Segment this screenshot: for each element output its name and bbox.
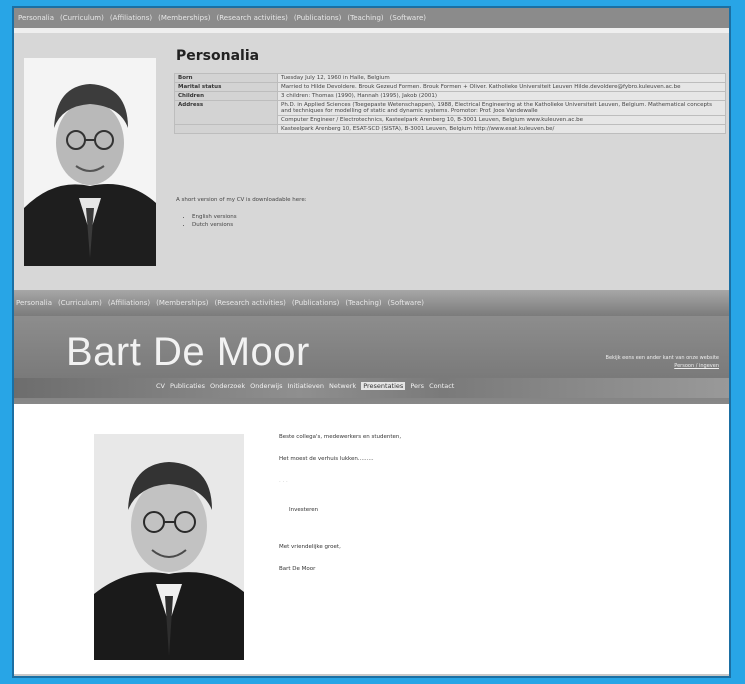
nav-teaching[interactable]: (Teaching)	[345, 299, 381, 307]
portrait-photo	[24, 58, 156, 266]
letter-text: Beste collega's, medewerkers en studente…	[279, 434, 401, 588]
site-title: Bart De Moor	[66, 330, 310, 374]
header-notice-link[interactable]: Persoon / ingeven	[606, 362, 719, 370]
nav-affiliations[interactable]: (Affiliations)	[110, 14, 152, 22]
table-row: Marital status Married to Hilde Devolder…	[174, 82, 726, 92]
nav-publications[interactable]: (Publications)	[292, 299, 340, 307]
cv-download-note: A short version of my CV is downloadable…	[176, 197, 307, 203]
row-value: Kasteelpark Arenberg 10, ESAT-SCD (SISTA…	[277, 124, 726, 134]
site-body: Beste collega's, medewerkers en studente…	[14, 404, 729, 676]
screenshot-frame: Personalia (Curriculum) (Affiliations) (…	[12, 6, 731, 678]
page-title: Personalia	[176, 48, 260, 64]
cv-language-list: English versions Dutch versions	[182, 214, 237, 230]
site-header: Bart De Moor Bekijk eens een ander kant …	[14, 316, 729, 404]
intro-line: Het moest de verhuis lukken.........	[279, 456, 374, 462]
menu-publicaties[interactable]: Publicaties	[170, 382, 205, 390]
menu-presentaties[interactable]: Presentaties	[361, 382, 406, 390]
link-english[interactable]: English versions	[192, 214, 237, 220]
nav-teaching[interactable]: (Teaching)	[347, 14, 383, 22]
row-value: Ph.D. in Applied Sciences (Toegepaste We…	[277, 100, 726, 116]
nav-curriculum[interactable]: (Curriculum)	[60, 14, 104, 22]
secondary-navbar: Personalia (Curriculum) (Affiliations) (…	[14, 290, 729, 316]
table-row: Kasteelpark Arenberg 10, ESAT-SCD (SISTA…	[174, 124, 726, 134]
row-value: Tuesday July 12, 1960 in Halle, Belgium	[277, 73, 726, 83]
divider	[14, 28, 729, 33]
menu-contact[interactable]: Contact	[429, 382, 454, 390]
row-key	[174, 124, 278, 134]
body-line: Investeren	[289, 507, 319, 513]
nav-software[interactable]: (Software)	[390, 14, 426, 22]
row-key: Born	[174, 73, 278, 83]
nav-memberships[interactable]: (Memberships)	[156, 299, 208, 307]
menu-initiatieven[interactable]: Initiatieven	[288, 382, 325, 390]
closing: Met vriendelijke groet,	[279, 544, 341, 550]
nav-software[interactable]: (Software)	[388, 299, 424, 307]
table-row: Born Tuesday July 12, 1960 in Halle, Bel…	[174, 73, 726, 83]
link-dutch[interactable]: Dutch versions	[192, 222, 237, 228]
nav-personalia[interactable]: Personalia	[16, 299, 52, 307]
row-value: Computer Engineer / Electrotechnics, Kas…	[277, 115, 726, 125]
menu-onderzoek[interactable]: Onderzoek	[210, 382, 245, 390]
row-key: Marital status	[174, 82, 278, 92]
row-key: Children	[174, 91, 278, 101]
row-key: Address	[174, 100, 278, 125]
table-row: Address Ph.D. in Applied Sciences (Toege…	[174, 100, 726, 125]
row-value: Married to Hilde Devoldere. Brouk Gezeud…	[277, 82, 726, 92]
signature: Bart De Moor	[279, 566, 316, 572]
menu-cv[interactable]: CV	[156, 382, 165, 390]
footer-bar	[14, 674, 729, 676]
menu-pers[interactable]: Pers	[410, 382, 424, 390]
table-row: Children 3 children: Thomas (1990), Hann…	[174, 91, 726, 101]
ellipsis: . . .	[279, 478, 288, 484]
nav-affiliations[interactable]: (Affiliations)	[108, 299, 150, 307]
main-menu: CV Publicaties Onderzoek Onderwijs Initi…	[156, 382, 454, 390]
menu-onderwijs[interactable]: Onderwijs	[250, 382, 282, 390]
nav-memberships[interactable]: (Memberships)	[158, 14, 210, 22]
personalia-page: Personalia (Curriculum) (Affiliations) (…	[14, 8, 729, 293]
greeting: Beste collega's, medewerkers en studente…	[279, 434, 402, 440]
nav-research[interactable]: (Research activities)	[215, 299, 286, 307]
personalia-table: Born Tuesday July 12, 1960 in Halle, Bel…	[174, 73, 726, 134]
top-navbar: Personalia (Curriculum) (Affiliations) (…	[14, 8, 729, 28]
header-notice: Bekijk eens een ander kant van onze webs…	[606, 354, 719, 370]
portrait-photo	[94, 434, 244, 660]
nav-research[interactable]: (Research activities)	[217, 14, 288, 22]
nav-publications[interactable]: (Publications)	[294, 14, 342, 22]
header-notice-text: Bekijk eens een ander kant van onze webs…	[605, 355, 719, 361]
nav-curriculum[interactable]: (Curriculum)	[58, 299, 102, 307]
nav-personalia[interactable]: Personalia	[18, 14, 54, 22]
row-value: 3 children: Thomas (1990), Hannah (1995)…	[277, 91, 726, 101]
menu-netwerk[interactable]: Netwerk	[329, 382, 356, 390]
